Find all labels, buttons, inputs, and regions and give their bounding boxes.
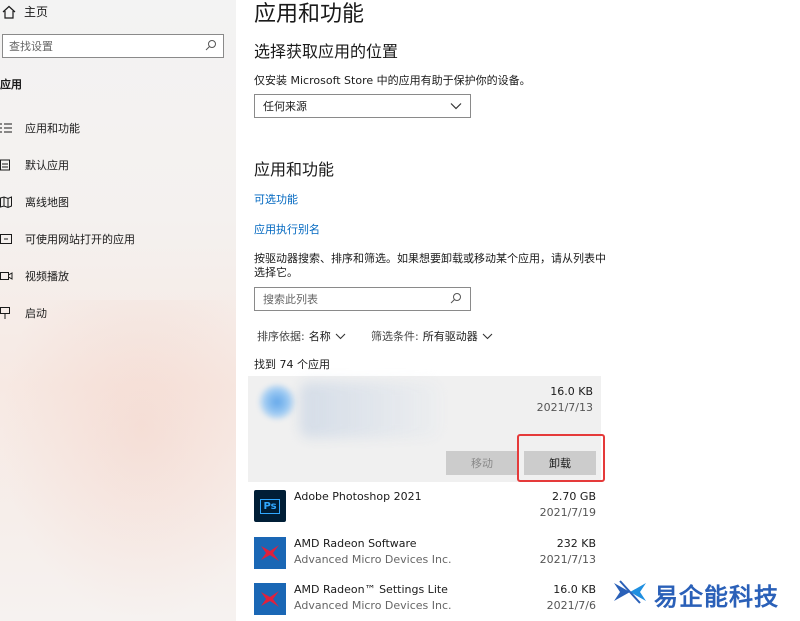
chevron-down-icon [482, 330, 493, 343]
sidebar-item-default-apps[interactable]: 默认应用 [0, 155, 69, 175]
sidebar-item-label: 应用和功能 [25, 122, 80, 135]
app-publisher: Advanced Micro Devices Inc. [294, 599, 452, 612]
app-list-search-placeholder: 搜索此列表 [263, 293, 318, 306]
filter-value: 所有驱动器 [422, 330, 478, 343]
sidebar-item-startup[interactable]: 启动 [0, 303, 47, 323]
video-icon [0, 269, 14, 283]
uninstall-highlight-box [517, 434, 605, 482]
apps-found-count: 找到 74 个应用 [254, 358, 330, 371]
filter-dropdown[interactable]: 筛选条件: 所有驱动器 [371, 328, 493, 344]
app-date: 2021/7/13 [536, 401, 593, 414]
watermark-text: 易企能科技 [654, 582, 779, 611]
list-item[interactable]: Ps Adobe Photoshop 2021 2.70 GB 2021/7/1… [254, 488, 596, 532]
app-name: Adobe Photoshop 2021 [294, 490, 422, 503]
instructions-text: 按驱动器搜索、排序和筛选。如果想要卸载或移动某个应用，请从列表中选择它。 [254, 252, 606, 279]
chevron-down-icon [335, 330, 346, 343]
chevron-down-icon [450, 100, 462, 113]
filter-label: 筛选条件: [371, 330, 419, 343]
sidebar: 主页 查找设置 应用 应用和功能 默认应用 离线地图 可使用网站打开的应用 视频… [0, 0, 236, 621]
app-alias-link[interactable]: 应用执行别名 [254, 221, 320, 237]
map-icon [0, 195, 14, 209]
settings-search-input[interactable]: 查找设置 [2, 34, 224, 58]
home-nav[interactable]: 主页 [2, 3, 48, 20]
app-publisher: Advanced Micro Devices Inc. [294, 553, 452, 566]
app-size: 16.0 KB [550, 385, 593, 398]
install-source-dropdown[interactable]: 任何来源 [254, 94, 471, 118]
install-source-heading: 选择获取应用的位置 [254, 42, 399, 61]
list-item[interactable]: AMD Radeon™ Settings Lite Advanced Micro… [254, 581, 596, 621]
apps-features-heading: 应用和功能 [254, 160, 335, 179]
app-list-search-input[interactable]: 搜索此列表 [254, 287, 471, 311]
startup-icon [0, 306, 14, 320]
main-content: 应用和功能 选择获取应用的位置 仅安装 Microsoft Store 中的应用… [236, 0, 800, 621]
sidebar-item-label: 视频播放 [25, 270, 69, 283]
move-button[interactable]: 移动 [446, 451, 518, 475]
sidebar-item-label: 离线地图 [25, 196, 69, 209]
sort-value: 名称 [308, 330, 331, 343]
sidebar-item-label: 启动 [25, 307, 47, 320]
list-item[interactable]: AMD Radeon Software Advanced Micro Devic… [254, 535, 596, 579]
sort-label: 排序依据: [257, 330, 305, 343]
app-date: 2021/7/19 [539, 506, 596, 519]
default-apps-icon [0, 158, 14, 172]
optional-features-link[interactable]: 可选功能 [254, 191, 298, 207]
settings-search-placeholder: 查找设置 [9, 40, 53, 53]
app-name: AMD Radeon Software [294, 537, 417, 550]
app-date: 2021/7/13 [539, 553, 596, 566]
sidebar-item-label: 默认应用 [25, 159, 69, 172]
install-source-value: 任何来源 [263, 100, 307, 113]
sidebar-item-web-apps[interactable]: 可使用网站打开的应用 [0, 229, 135, 249]
watermark-logo-icon [612, 577, 648, 611]
apps-list-icon [0, 121, 14, 135]
web-apps-icon [0, 232, 14, 246]
app-size: 16.0 KB [553, 583, 596, 596]
blurred-app-name [300, 382, 440, 438]
sidebar-item-apps-features[interactable]: 应用和功能 [0, 118, 80, 138]
watermark: 易企能科技 [612, 574, 798, 614]
app-date: 2021/7/6 [546, 599, 596, 612]
section-label: 应用 [0, 78, 22, 91]
blurred-app-icon [258, 384, 296, 420]
search-icon [450, 292, 462, 307]
photoshop-icon-text: Ps [260, 498, 280, 514]
search-icon [205, 39, 217, 54]
sort-dropdown[interactable]: 排序依据: 名称 [257, 328, 346, 344]
app-size: 2.70 GB [551, 490, 596, 503]
amd-radeon-icon [254, 583, 286, 615]
amd-radeon-icon [254, 537, 286, 569]
home-icon [2, 5, 16, 19]
sidebar-item-label: 可使用网站打开的应用 [25, 233, 135, 246]
page-title: 应用和功能 [254, 2, 365, 27]
app-size: 232 KB [556, 537, 596, 550]
sidebar-item-video-playback[interactable]: 视频播放 [0, 266, 69, 286]
install-source-description: 仅安装 Microsoft Store 中的应用有助于保护你的设备。 [254, 74, 531, 87]
home-label: 主页 [24, 5, 49, 19]
sidebar-item-offline-maps[interactable]: 离线地图 [0, 192, 69, 212]
photoshop-icon: Ps [254, 490, 286, 522]
app-name: AMD Radeon™ Settings Lite [294, 583, 448, 596]
